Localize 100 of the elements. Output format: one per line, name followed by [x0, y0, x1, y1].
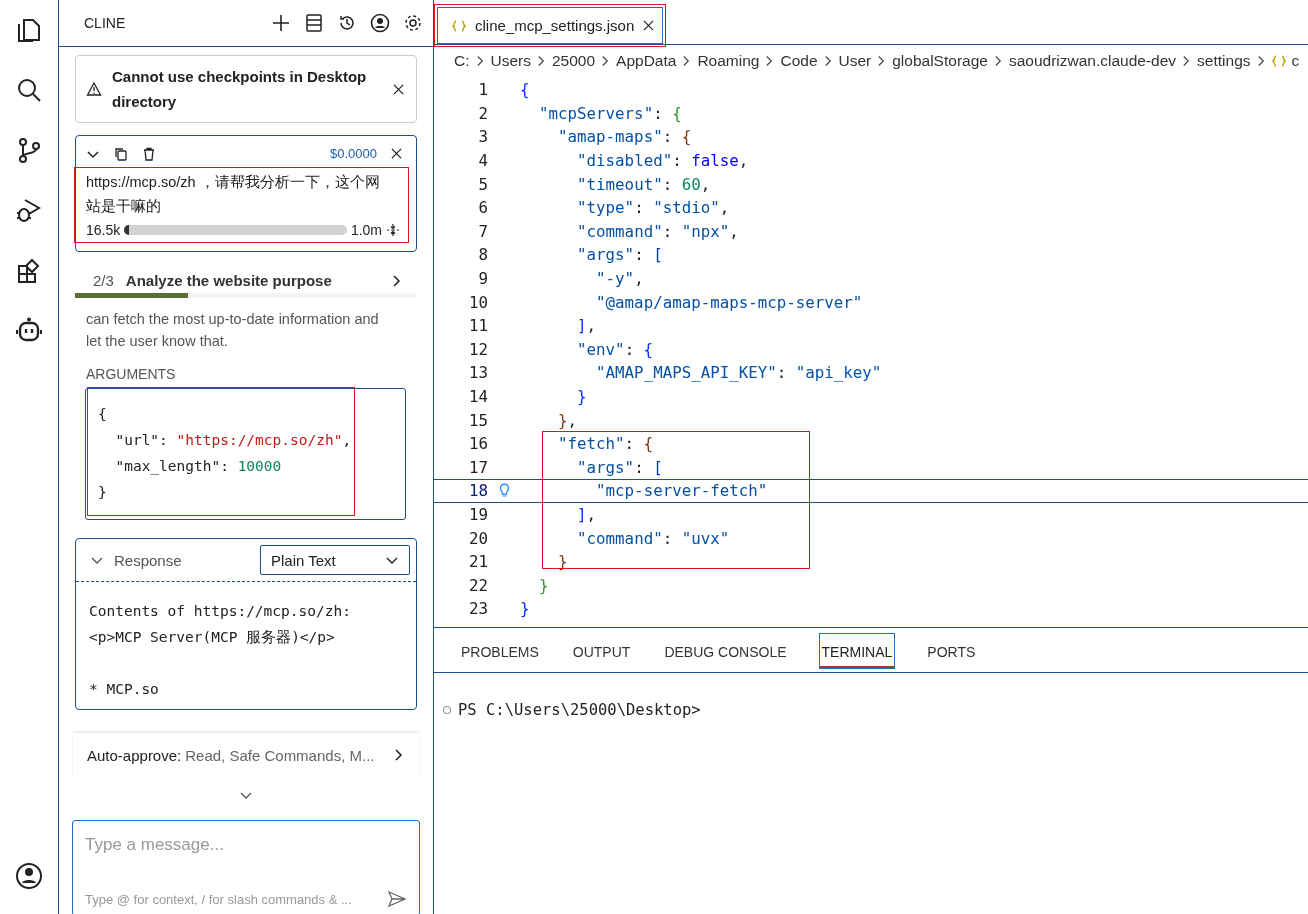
description-text: can fetch the most up-to-date information and let the user know that.: [86, 310, 380, 351]
line-number: 8: [477, 245, 488, 265]
code-line: }: [538, 575, 549, 595]
line-number: 6: [477, 198, 488, 218]
chevron-right-icon: [475, 54, 485, 68]
chevron-right-icon: [537, 54, 546, 68]
arguments-code-block: { "url": "https://mcp.so/zh", "max_length": 10000 }: [85, 388, 406, 520]
account-icon[interactable]: [15, 862, 43, 890]
code-line: "mcpServers": {: [538, 103, 682, 123]
close-icon[interactable]: [393, 83, 404, 95]
code-line: "command": "uvx": [576, 528, 730, 548]
line-number: 18: [467, 481, 488, 501]
line-number: 7: [477, 221, 488, 241]
status-circle-icon: [442, 705, 452, 715]
panel-tab[interactable]: TERMINAL: [818, 633, 896, 669]
line-number: 3: [477, 127, 488, 147]
code-line: "-y",: [595, 269, 644, 289]
code-line: ],: [576, 316, 597, 336]
step-title: Analyze the website purpose: [125, 272, 333, 289]
plus-icon[interactable]: [271, 13, 291, 33]
lightbulb-icon[interactable]: [498, 483, 510, 499]
response-text: <p>MCP Server(MCP 服务器)</p>: [89, 628, 336, 647]
code-line: }: [557, 552, 568, 572]
line-number: 5: [477, 174, 488, 194]
breadcrumb-item[interactable]: globalStorage: [892, 52, 988, 70]
breadcrumb-item[interactable]: User: [838, 52, 872, 70]
chevron-right-icon: [682, 54, 692, 68]
close-icon[interactable]: [643, 20, 655, 31]
line-number: 19: [467, 505, 488, 524]
send-icon[interactable]: [387, 889, 407, 909]
copy-icon[interactable]: [114, 146, 128, 161]
code-line: {: [520, 80, 530, 100]
code-line: "type": "stdio",: [576, 198, 730, 218]
line-number: 13: [467, 363, 488, 383]
code-line: "amap-maps": {: [557, 127, 692, 147]
code-line: "args": [: [576, 245, 663, 265]
line-number: 22: [467, 575, 488, 595]
response-text: * MCP.so: [89, 680, 160, 699]
code-line: "@amap/amap-maps-mcp-server": [595, 292, 863, 312]
breadcrumb-item[interactable]: C:: [454, 52, 470, 70]
code-line: }: [520, 599, 530, 619]
breadcrumb-item[interactable]: settings: [1197, 52, 1251, 70]
cost-label: $0.0000: [330, 146, 377, 161]
history-icon[interactable]: [337, 13, 357, 33]
step-counter: 2/3: [93, 272, 114, 289]
breadcrumb-item[interactable]: AppData: [616, 52, 677, 70]
line-number: 20: [467, 528, 488, 548]
chevron-right-icon: [765, 54, 775, 68]
search-icon[interactable]: [15, 76, 43, 104]
panel-tab[interactable]: DEBUG CONSOLE: [662, 634, 789, 668]
account-icon[interactable]: [370, 13, 390, 33]
editor-tab[interactable]: cline_mcp_settings.json: [437, 7, 664, 44]
code-line: }: [576, 387, 587, 406]
trash-icon[interactable]: [142, 146, 156, 161]
code-line: "env": {: [576, 339, 654, 359]
breadcrumb-item[interactable]: saoudrizwan.claude-dev: [1008, 52, 1177, 70]
breadcrumb-item[interactable]: c: [1291, 52, 1300, 70]
line-number: 23: [467, 599, 488, 619]
chevron-right-icon: [877, 54, 887, 68]
step-header[interactable]: 2/3 Analyze the website purpose: [75, 268, 417, 293]
code-line: ],: [576, 505, 597, 524]
line-number: 21: [467, 552, 488, 572]
compress-icon[interactable]: [386, 223, 400, 237]
code-line: "timeout": 60,: [576, 174, 711, 194]
robot-icon[interactable]: [15, 316, 43, 344]
input-hint: Type @ for context, / for slash commands & ...: [85, 891, 352, 907]
server-icon[interactable]: [304, 13, 324, 33]
panel-tab[interactable]: OUTPUT: [570, 634, 633, 668]
json-icon: [1271, 55, 1286, 67]
line-number: 12: [467, 339, 488, 359]
format-dropdown[interactable]: Plain Text: [260, 545, 410, 575]
line-number: 4: [477, 151, 488, 171]
warning-text: Cannot use checkpoints in Desktop directory: [112, 67, 368, 112]
line-number: 9: [477, 269, 488, 289]
chevron-right-icon: [1256, 54, 1266, 68]
json-icon: [452, 19, 466, 32]
breadcrumb-item[interactable]: Roaming: [697, 52, 760, 70]
code-line: "args": [: [576, 457, 663, 477]
token-limit: 1.0m: [350, 222, 382, 238]
line-number: 16: [467, 434, 488, 454]
breadcrumb-item[interactable]: Users: [490, 52, 531, 70]
auto-approve-bar[interactable]: Auto-approve: Read, Safe Commands, M...: [73, 733, 419, 777]
panel-tab[interactable]: PORTS: [925, 634, 978, 668]
line-number: 10: [467, 292, 488, 312]
response-label: Response: [114, 551, 182, 569]
warning-icon: [86, 81, 102, 97]
line-number: 1: [477, 80, 488, 100]
token-count: 16.5k: [86, 222, 121, 238]
chevron-right-icon: [823, 54, 833, 68]
close-icon[interactable]: [391, 148, 402, 159]
panel-tab[interactable]: PROBLEMS: [459, 634, 541, 668]
panel-title: CLINE: [84, 15, 127, 31]
files-icon[interactable]: [15, 16, 43, 44]
bug-play-icon[interactable]: [15, 196, 43, 224]
line-number: 17: [467, 457, 488, 477]
code-line: "command": "npx",: [576, 221, 739, 241]
breadcrumb-item[interactable]: 25000: [552, 52, 596, 70]
code-line: "fetch": {: [557, 434, 654, 454]
breadcrumb-item[interactable]: Code: [780, 52, 818, 70]
terminal-prompt: PS C:\Users\25000\Desktop>: [458, 701, 701, 719]
